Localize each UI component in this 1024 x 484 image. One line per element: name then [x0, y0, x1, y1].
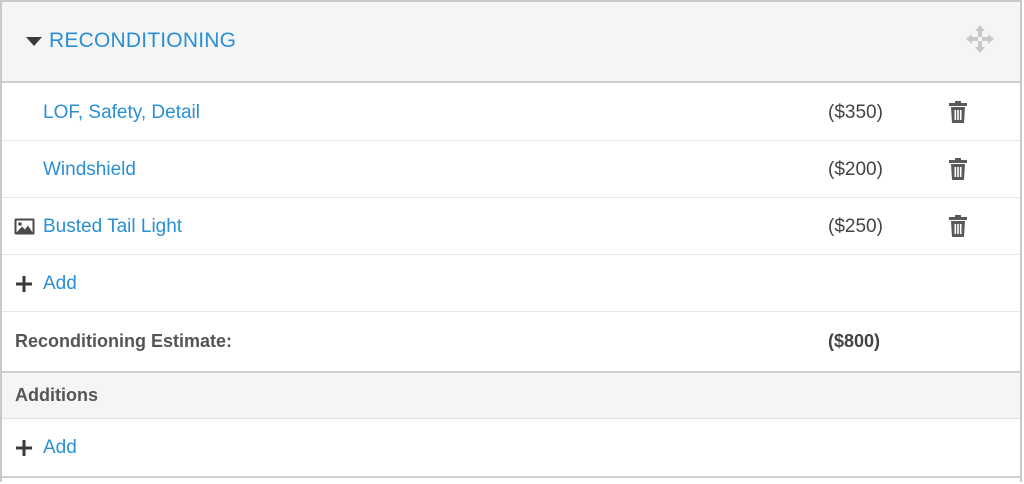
item-link[interactable]: Busted Tail Light — [43, 216, 182, 238]
caret-down-icon[interactable] — [26, 37, 42, 46]
section-header: RECONDITIONING — [2, 2, 1020, 83]
item-link[interactable]: LOF, Safety, Detail — [43, 102, 200, 124]
move-icon[interactable] — [964, 23, 996, 55]
item-link[interactable]: Windshield — [43, 159, 136, 181]
reconditioning-panel: RECONDITIONING LOF, Safety, Detail ($350… — [0, 0, 1022, 484]
add-item-row[interactable]: Add — [2, 255, 1020, 312]
trash-icon[interactable] — [948, 215, 968, 237]
trash-icon[interactable] — [948, 158, 968, 180]
estimate-amount: ($800) — [828, 331, 881, 351]
additions-add-row[interactable]: Add — [2, 419, 1020, 476]
item-amount: ($250) — [828, 216, 883, 237]
list-item: LOF, Safety, Detail ($350) — [2, 84, 1020, 141]
estimate-label: Reconditioning Estimate: — [15, 331, 233, 351]
section-title[interactable]: RECONDITIONING — [49, 29, 236, 53]
image-icon[interactable] — [14, 218, 35, 235]
list-item: Windshield ($200) — [2, 141, 1020, 198]
add-item-button[interactable]: Add — [43, 273, 77, 295]
plus-icon — [16, 276, 32, 292]
additions-title: Additions — [15, 385, 98, 405]
trash-icon[interactable] — [948, 101, 968, 123]
list-item: Busted Tail Light ($250) — [2, 198, 1020, 255]
divider — [2, 476, 1020, 484]
plus-icon — [16, 440, 32, 456]
additions-header: Additions — [2, 371, 1020, 419]
item-amount: ($350) — [828, 102, 883, 123]
additions-add-button[interactable]: Add — [43, 437, 77, 459]
item-amount: ($200) — [828, 159, 883, 180]
estimate-row: Reconditioning Estimate: ($800) — [2, 312, 1020, 369]
